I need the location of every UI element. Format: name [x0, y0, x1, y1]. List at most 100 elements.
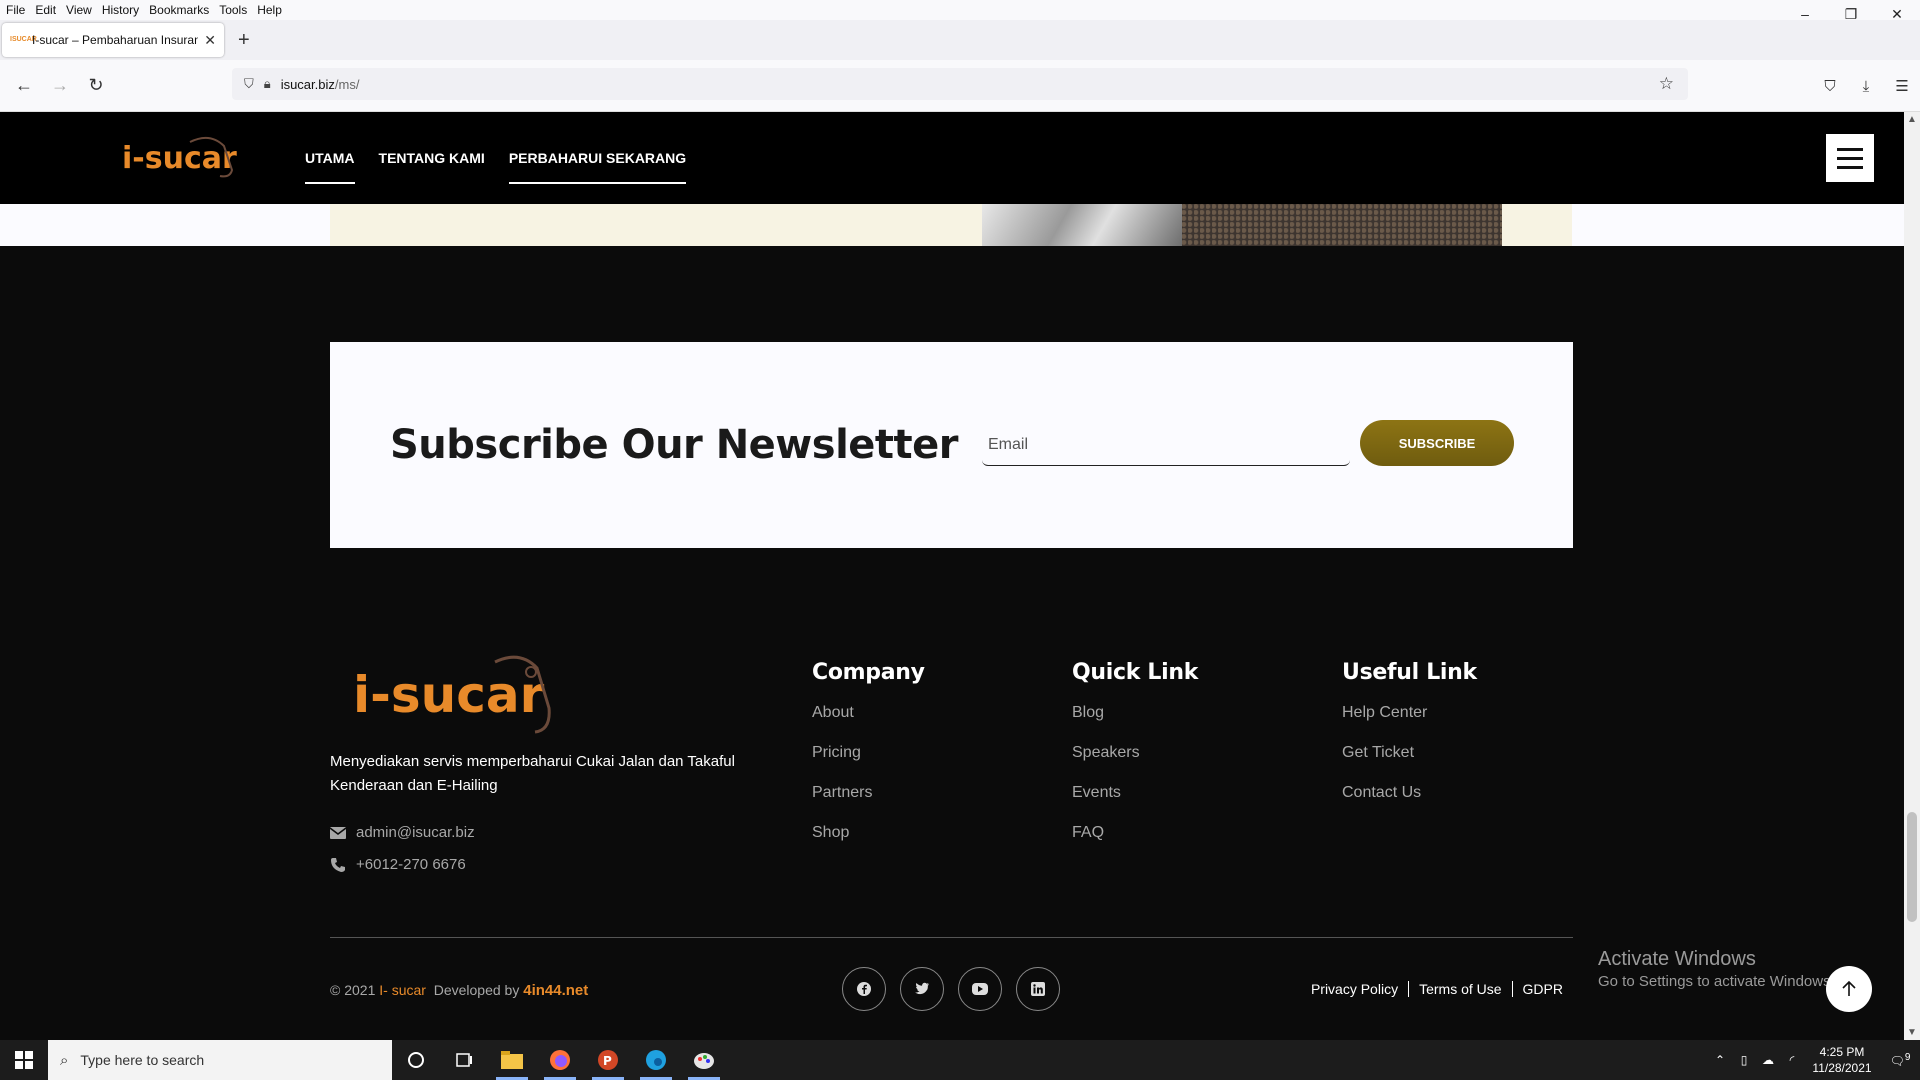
road-image: [1182, 204, 1502, 246]
menu-help[interactable]: Help: [252, 3, 287, 17]
tray-onedrive-icon[interactable]: ☁: [1756, 1053, 1780, 1067]
footer-col-company: Company About Pricing Partners Shop: [812, 660, 925, 863]
task-view-icon[interactable]: [440, 1040, 488, 1080]
site-logo[interactable]: i-sucar: [120, 130, 240, 186]
file-explorer-icon[interactable]: [488, 1040, 536, 1080]
footer-logo[interactable]: i-sucar: [345, 650, 565, 750]
reload-icon[interactable]: ↻: [78, 75, 114, 96]
menu-history[interactable]: History: [97, 3, 144, 17]
hamburger-menu-button[interactable]: [1826, 134, 1874, 182]
newsletter-title: Subscribe Our Newsletter: [390, 422, 959, 468]
app-menu-icon[interactable]: ☰: [1884, 77, 1920, 95]
pocket-icon[interactable]: ⛉: [1812, 78, 1848, 95]
scroll-down-icon[interactable]: ▼: [1904, 1027, 1920, 1038]
navigation-toolbar: ← → ↻ ⛉ 🔒︎ isucar.biz /ms/ ☆ ⛉ ⤓ ☰: [0, 60, 1920, 112]
search-icon: ⌕: [60, 1051, 69, 1069]
copyright: © 2021 I- sucar Developed by 4in44.net: [330, 982, 588, 999]
nav-utama[interactable]: UTAMA: [305, 142, 355, 184]
facebook-icon[interactable]: [842, 967, 886, 1011]
powerpoint-icon[interactable]: P: [584, 1040, 632, 1080]
gdpr-link[interactable]: GDPR: [1511, 981, 1573, 997]
notification-count: 9: [1904, 1052, 1911, 1063]
link-pricing[interactable]: Pricing: [812, 743, 925, 783]
col-title-company: Company: [812, 660, 925, 685]
linkedin-icon[interactable]: [1016, 967, 1060, 1011]
cortana-icon[interactable]: [392, 1040, 440, 1080]
taskbar-search[interactable]: ⌕ Type here to search: [48, 1040, 392, 1080]
tray-clock[interactable]: 4:25 PM 11/28/2021: [1804, 1044, 1880, 1076]
scroll-up-icon[interactable]: ▲: [1904, 114, 1920, 125]
start-button[interactable]: [0, 1040, 48, 1080]
email-input[interactable]: Email: [982, 412, 1350, 466]
nav-perbaharui-sekarang[interactable]: PERBAHARUI SEKARANG: [508, 142, 687, 184]
menu-edit[interactable]: Edit: [30, 3, 61, 17]
link-shop[interactable]: Shop: [812, 823, 925, 863]
copyright-brand[interactable]: I- sucar: [379, 982, 426, 998]
link-help-center[interactable]: Help Center: [1342, 703, 1477, 743]
footer-col-useful-link: Useful Link Help Center Get Ticket Conta…: [1342, 660, 1477, 823]
col-title-useful-link: Useful Link: [1342, 660, 1477, 685]
menu-tools[interactable]: Tools: [214, 3, 252, 17]
bookmark-star-icon[interactable]: ☆: [1659, 74, 1674, 94]
link-contact-us[interactable]: Contact Us: [1342, 783, 1477, 823]
privacy-policy-link[interactable]: Privacy Policy: [1301, 981, 1408, 997]
firefox-icon[interactable]: [536, 1040, 584, 1080]
tab-title: I-sucar – Pembaharuan Insuran: [32, 33, 199, 47]
footer-phone[interactable]: +6012-270 6676: [330, 856, 466, 873]
url-bar[interactable]: ⛉ 🔒︎ isucar.biz /ms/ ☆: [232, 68, 1688, 100]
nav-tentang-kami[interactable]: TENTANG KAMI: [379, 142, 485, 174]
menu-file[interactable]: File: [0, 3, 30, 17]
terms-of-use-link[interactable]: Terms of Use: [1408, 981, 1511, 997]
tray-chevron-icon[interactable]: ⌃: [1708, 1053, 1732, 1067]
url-domain: isucar.biz: [280, 76, 335, 92]
edge-icon[interactable]: [632, 1040, 680, 1080]
tab-close-icon[interactable]: ✕: [204, 32, 216, 49]
youtube-icon[interactable]: [958, 967, 1002, 1011]
tray-wifi-icon[interactable]: ◜: [1780, 1053, 1804, 1067]
link-faq[interactable]: FAQ: [1072, 823, 1198, 863]
site-header: i-sucar UTAMA TENTANG KAMI PERBAHARUI SE…: [0, 112, 1904, 204]
new-tab-button[interactable]: +: [238, 29, 250, 52]
windows-taskbar: ⌕ Type here to search P ⌃ ▯ ☁ ◜ 4:25 PM …: [0, 1040, 1920, 1080]
main-nav: UTAMA TENTANG KAMI PERBAHARUI SEKARANG: [305, 112, 710, 204]
paint-icon[interactable]: [680, 1040, 728, 1080]
car-image: [982, 204, 1182, 246]
developed-by-label: Developed by: [433, 982, 520, 998]
legal-links: Privacy Policy Terms of Use GDPR: [1301, 981, 1573, 997]
clock-date: 11/28/2021: [1812, 1061, 1872, 1075]
scroll-to-top-button[interactable]: [1826, 966, 1872, 1012]
tray-device-icon[interactable]: ▯: [1732, 1053, 1756, 1067]
system-tray: ⌃ ▯ ☁ ◜ 4:25 PM 11/28/2021 🗨︎9: [1708, 1040, 1920, 1080]
menu-bar: File Edit View History Bookmarks Tools H…: [0, 0, 1920, 20]
newsletter-box: Subscribe Our Newsletter Email SUBSCRIBE: [330, 342, 1573, 548]
link-about[interactable]: About: [812, 703, 925, 743]
tab-isucar[interactable]: ISUCAR I-sucar – Pembaharuan Insuran ✕: [2, 23, 224, 57]
svg-text:i-sucar: i-sucar: [122, 141, 237, 176]
back-arrow-icon[interactable]: ←: [6, 75, 42, 96]
footer-email[interactable]: admin@isucar.biz: [330, 824, 475, 841]
subscribe-button[interactable]: SUBSCRIBE: [1360, 420, 1514, 466]
footer-divider: [330, 937, 1573, 938]
link-partners[interactable]: Partners: [812, 783, 925, 823]
link-speakers[interactable]: Speakers: [1072, 743, 1198, 783]
shield-icon[interactable]: ⛉: [244, 76, 254, 92]
url-path: /ms/: [334, 76, 360, 92]
lock-icon[interactable]: 🔒︎: [264, 76, 271, 92]
svg-text:P: P: [603, 1054, 612, 1068]
forward-arrow-icon[interactable]: →: [42, 75, 78, 96]
page-scrollbar[interactable]: ▲ ▼: [1904, 112, 1920, 1040]
menu-view[interactable]: View: [61, 3, 97, 17]
envelope-icon: [330, 826, 346, 839]
link-events[interactable]: Events: [1072, 783, 1198, 823]
twitter-icon[interactable]: [900, 967, 944, 1011]
notification-center-icon[interactable]: 🗨︎9: [1880, 1052, 1920, 1068]
scroll-thumb[interactable]: [1907, 812, 1917, 922]
footer-col-quick-link: Quick Link Blog Speakers Events FAQ: [1072, 660, 1198, 863]
developer-link[interactable]: 4in44.net: [523, 982, 588, 999]
footer-email-text: admin@isucar.biz: [356, 824, 475, 841]
menu-bookmarks[interactable]: Bookmarks: [144, 3, 214, 17]
link-blog[interactable]: Blog: [1072, 703, 1198, 743]
download-icon[interactable]: ⤓: [1848, 78, 1884, 95]
social-links: [842, 967, 1060, 1011]
link-get-ticket[interactable]: Get Ticket: [1342, 743, 1477, 783]
